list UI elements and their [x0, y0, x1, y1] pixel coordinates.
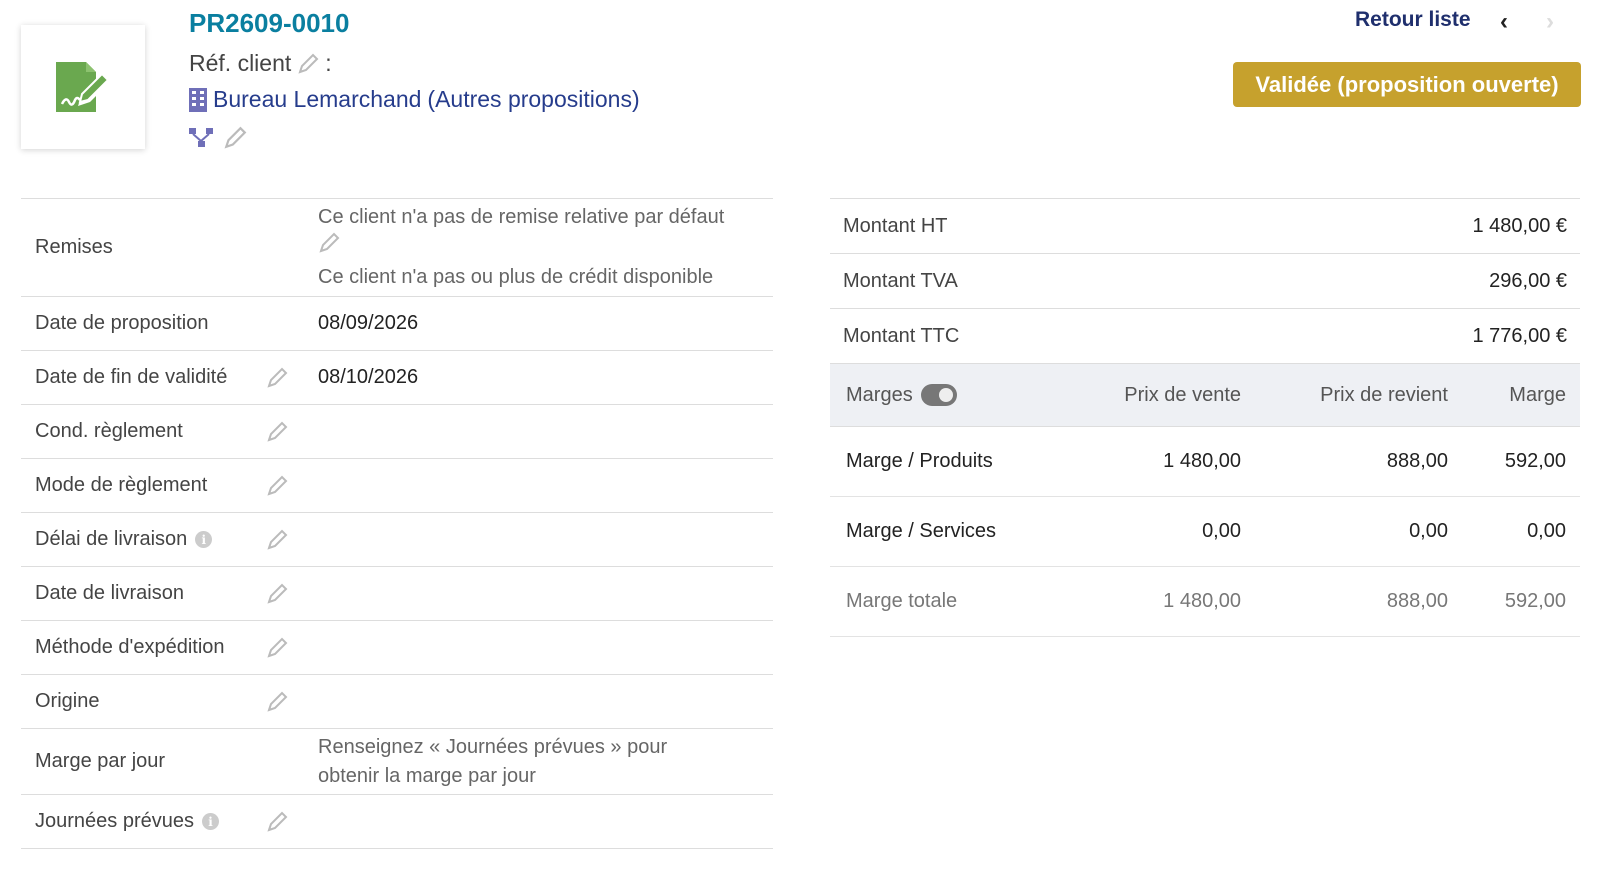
margin-row: Marge / Services 0,00 0,00 0,00 [830, 497, 1580, 567]
edit-pencil-icon[interactable] [266, 811, 288, 833]
previous-record-button[interactable]: ‹ [1500, 8, 1508, 36]
margin-toggle[interactable] [920, 384, 957, 406]
margin-row-label: Marge totale [846, 590, 958, 612]
row-label: Date de proposition [35, 312, 209, 334]
cost-value: 0,00 [1409, 520, 1448, 542]
amount-value: 1 776,00 € [1472, 324, 1567, 347]
edit-pencil-icon[interactable] [266, 637, 288, 659]
building-icon [189, 87, 207, 112]
margin-value: 592,00 [1504, 450, 1566, 472]
sale-value: 1 480,00 [1163, 450, 1241, 472]
table-row: Marge par jour Renseignez « Journées pré… [21, 729, 773, 795]
project-row [189, 126, 247, 150]
row-label: Date de livraison [35, 582, 184, 604]
credit-info: Ce client n'a pas ou plus de crédit disp… [318, 266, 714, 288]
table-row: Date de fin de validité 08/10/2026 [21, 351, 773, 405]
sale-value: 1 480,00 [1163, 590, 1241, 612]
thirdparty-row: Bureau Lemarchand (Autres propositions) [189, 86, 640, 113]
discount-info: Ce client n'a pas de remise relative par… [318, 206, 725, 228]
table-row: Mode de règlement [21, 459, 773, 513]
table-row: Date de proposition 08/09/2026 [21, 297, 773, 351]
status-badge: Validée (proposition ouverte) [1233, 62, 1581, 107]
next-record-button[interactable]: › [1546, 8, 1554, 36]
edit-pencil-icon[interactable] [266, 475, 288, 497]
amount-row: Montant TVA 296,00 € [830, 254, 1580, 309]
margin-table-header: Marges Prix de vente Prix de revient Mar… [830, 364, 1580, 427]
margin-row: Marge / Produits 1 480,00 888,00 592,00 [830, 427, 1580, 497]
object-logo [21, 25, 145, 149]
row-label-container: Délai de livraison i [21, 528, 266, 551]
row-label-container: Journées prévues i [21, 810, 266, 833]
margin-header-label: Marges [846, 383, 913, 406]
amount-value: 296,00 € [1489, 269, 1567, 292]
thirdparty-link[interactable]: Bureau Lemarchand [213, 86, 421, 113]
margin-per-day-hint: Renseignez « Journées prévues » pour [318, 735, 668, 758]
info-icon[interactable]: i [195, 531, 213, 548]
table-row: Cond. règlement [21, 405, 773, 459]
table-row: Journées prévues i [21, 795, 773, 849]
amounts-panel: Montant HT 1 480,00 € Montant TVA 296,00… [830, 198, 1580, 637]
row-label: Cond. règlement [35, 420, 183, 442]
amount-label: Montant TTC [843, 324, 960, 347]
other-proposals-link[interactable]: (Autres propositions) [427, 86, 639, 113]
row-label: Délai de livraison [35, 528, 188, 550]
cost-value: 888,00 [1386, 590, 1448, 612]
edit-pencil-icon[interactable] [318, 232, 773, 263]
edit-pencil-icon[interactable] [223, 126, 247, 150]
ref-client-sep: : [325, 50, 332, 76]
row-value: Ce client n'a pas de remise relative par… [306, 203, 773, 292]
table-row: Délai de livraison i [21, 513, 773, 567]
ref-client-label: Réf. client [189, 50, 292, 76]
margin-per-day-hint-2: obtenir la marge par jour [318, 764, 536, 787]
signature-document-icon [56, 62, 110, 112]
edit-pencil-icon[interactable] [266, 691, 288, 713]
sale-value: 0,00 [1202, 520, 1241, 542]
row-value: 08/10/2026 [318, 366, 419, 388]
amount-row: Montant HT 1 480,00 € [830, 199, 1580, 254]
col-margin: Marge [1509, 383, 1566, 406]
edit-pencil-icon[interactable] [297, 53, 319, 75]
row-value: 08/09/2026 [318, 312, 419, 334]
col-cost-price: Prix de revient [1320, 383, 1448, 406]
edit-pencil-icon[interactable] [266, 421, 288, 443]
amount-label: Montant TVA [843, 269, 958, 292]
amount-label: Montant HT [843, 214, 948, 237]
table-row: Date de livraison [21, 567, 773, 621]
row-label: Remises [35, 236, 113, 258]
row-value: Renseignez « Journées prévues » pour obt… [306, 733, 773, 791]
row-label: Journées prévues [35, 810, 194, 832]
row-label: Date de fin de validité [35, 366, 228, 388]
col-sale-price: Prix de vente [1124, 383, 1241, 406]
edit-pencil-icon[interactable] [266, 529, 288, 551]
info-icon[interactable]: i [201, 813, 219, 830]
edit-pencil-icon[interactable] [266, 583, 288, 605]
margin-value: 592,00 [1504, 590, 1566, 612]
table-row: Remises Ce client n'a pas de remise rela… [21, 199, 773, 297]
table-row: Origine [21, 675, 773, 729]
ref-client-row: Réf. client : [189, 50, 332, 77]
edit-pencil-icon[interactable] [266, 367, 288, 389]
row-label: Marge par jour [35, 750, 166, 772]
project-tree-icon [189, 128, 213, 147]
margin-total-row: Marge totale 1 480,00 888,00 592,00 [830, 567, 1580, 637]
proposal-ref: PR2609-0010 [189, 8, 350, 38]
margin-value: 0,00 [1527, 520, 1566, 542]
table-row: Méthode d'expédition [21, 621, 773, 675]
margin-row-label: Marge / Produits [846, 450, 993, 472]
cost-value: 888,00 [1386, 450, 1448, 472]
row-label: Mode de règlement [35, 474, 208, 496]
back-to-list-link[interactable]: Retour liste [1355, 8, 1471, 32]
amount-value: 1 480,00 € [1472, 214, 1567, 237]
margin-row-label: Marge / Services [846, 520, 997, 542]
proposal-info-table: Remises Ce client n'a pas de remise rela… [21, 198, 773, 849]
row-label: Origine [35, 690, 100, 712]
amount-row: Montant TTC 1 776,00 € [830, 309, 1580, 364]
row-label: Méthode d'expédition [35, 636, 225, 658]
